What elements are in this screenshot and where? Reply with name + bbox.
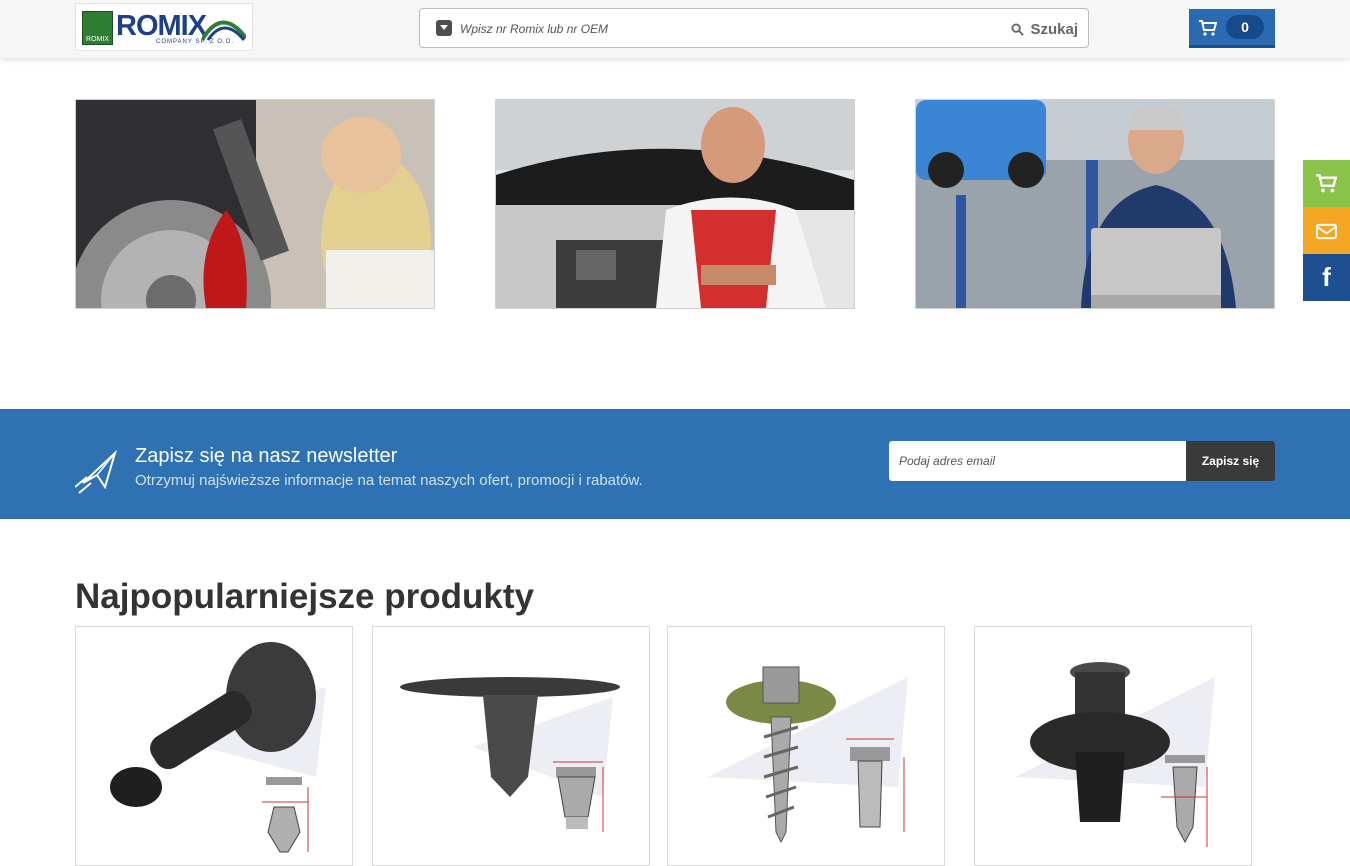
newsletter-section: Zapisz się na nasz newsletter Otrzymuj n… [0,409,1350,519]
banner-image [916,100,1274,308]
search-bar: Szukaj [419,8,1089,48]
search-icon [1011,22,1025,36]
newsletter-email-input[interactable] [889,441,1186,481]
search-input[interactable] [460,17,1000,41]
banner-mechanic-engine[interactable] [495,99,855,309]
side-facebook-widget[interactable]: f [1303,254,1350,301]
envelope-icon [1316,223,1337,240]
banner-image [76,100,434,308]
site-header: ROMIX ROMIX COMPANY SP. Z O.O. Szukaj 0 [0,0,1350,58]
cart-icon [1316,174,1337,193]
product-image-push-clip [110,642,326,853]
cart-button[interactable]: 0 [1189,9,1275,48]
cart-count-badge: 0 [1226,15,1264,39]
side-mail-widget[interactable] [1303,207,1350,254]
product-image-screw-rivet [1015,662,1215,847]
newsletter-title: Zapisz się na nasz newsletter [135,445,398,467]
facebook-icon: f [1322,262,1331,292]
search-button-label: Szukaj [1030,20,1078,38]
romix-logo[interactable]: ROMIX ROMIX COMPANY SP. Z O.O. [75,3,253,51]
product-image-fir-tree-clip [400,677,620,832]
banner-mechanic-brakes[interactable] [75,99,435,309]
paper-plane-icon [75,449,117,494]
product-card[interactable] [667,626,945,866]
side-cart-widget[interactable] [1303,160,1350,207]
newsletter-subtitle: Otrzymuj najświeższe informacje na temat… [135,472,643,489]
cart-icon [1199,20,1217,36]
banner-image [496,100,854,308]
product-card[interactable] [974,626,1252,866]
banner-mechanic-laptop[interactable] [915,99,1275,309]
logo-emblem: ROMIX [82,11,113,45]
newsletter-subscribe-button[interactable]: Zapisz się [1186,441,1275,481]
product-card[interactable] [372,626,650,866]
product-card[interactable] [75,626,353,866]
logo-swoosh-icon [202,20,246,42]
search-category-dropdown-icon[interactable] [436,20,452,36]
product-image-self-tapping-screw [708,666,908,844]
search-button[interactable]: Szukaj [1011,19,1078,39]
logo-subtext: COMPANY SP. Z O.O. [156,39,235,45]
popular-products-title: Najpopularniejsze produkty [75,577,534,616]
